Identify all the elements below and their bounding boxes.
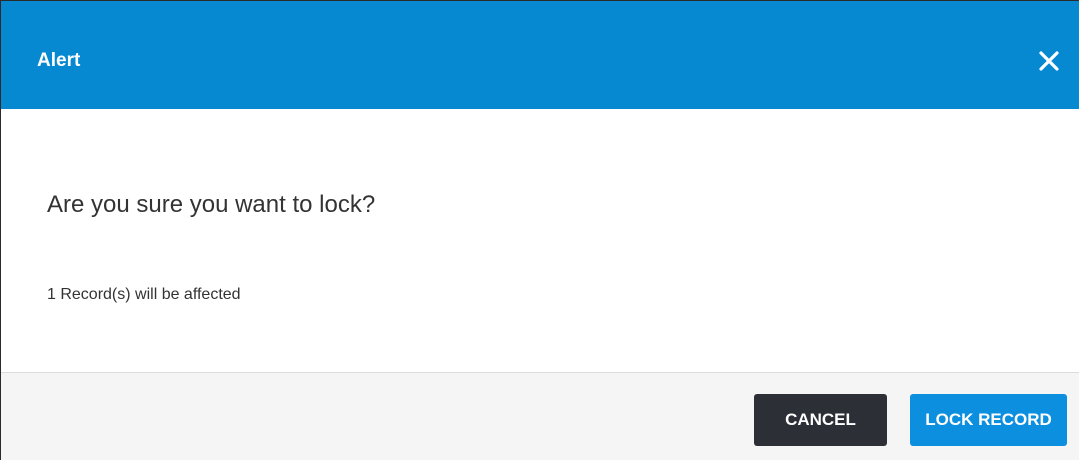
dialog-body: Are you sure you want to lock? 1 Record(…	[1, 109, 1079, 372]
lock-record-button[interactable]: LOCK RECORD	[910, 394, 1067, 446]
affected-records-text: 1 Record(s) will be affected	[47, 286, 241, 303]
alert-dialog: Alert Are you sure you want to lock? 1 R…	[0, 0, 1079, 460]
confirmation-question: Are you sure you want to lock?	[47, 191, 376, 218]
close-button[interactable]	[1035, 47, 1063, 75]
close-icon	[1039, 51, 1059, 71]
dialog-title: Alert	[37, 50, 81, 71]
cancel-button[interactable]: CANCEL	[754, 394, 887, 446]
dialog-footer: CANCEL LOCK RECORD	[1, 372, 1079, 460]
dialog-header: Alert	[1, 1, 1079, 109]
